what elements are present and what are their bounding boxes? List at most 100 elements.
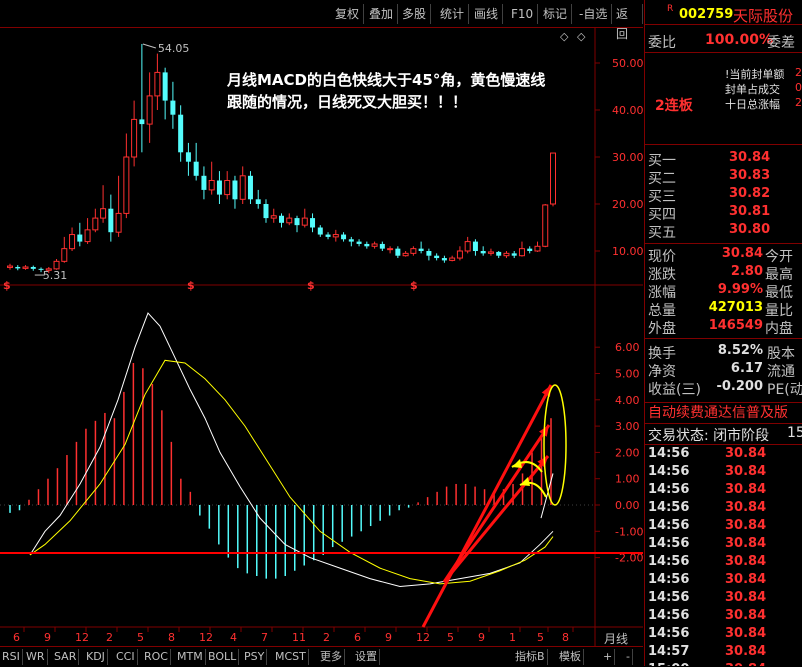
annotation-line1: 月线MACD的白色快线大于45°角，黄色慢速线: [226, 71, 545, 89]
candle: [108, 194, 114, 242]
candle: [496, 251, 502, 259]
macd-axis-label: 4.00: [615, 394, 640, 407]
zoom-out-button[interactable]: -: [624, 649, 633, 665]
candle: [301, 208, 308, 228]
quote-value: 2.80: [730, 264, 763, 279]
annotation-arrow-long: [421, 384, 553, 628]
tick-price: 30.84: [725, 446, 767, 461]
indicator-tab-4[interactable]: CCI: [114, 649, 138, 665]
x-tick-label: 8: [168, 631, 175, 644]
indicator-tab-2[interactable]: SAR: [52, 649, 80, 665]
tick-time: 14:56: [648, 518, 690, 533]
candle: [356, 239, 362, 247]
toolbar-button-1[interactable]: 叠加: [365, 4, 399, 24]
quote-label-2: 量比: [765, 303, 793, 319]
candle: [364, 241, 370, 249]
divider: [645, 243, 802, 244]
marquee-banner[interactable]: 自动续费通达信普及版: [645, 402, 802, 424]
candle: [325, 232, 331, 240]
x-tick-label: 5: [447, 631, 454, 644]
bid-label: 买四: [648, 207, 676, 223]
stock-code: 002759: [679, 7, 734, 22]
tick-price: 30.84: [725, 572, 767, 587]
candle: [15, 265, 21, 271]
candle: [139, 43, 145, 153]
candle: [527, 246, 533, 254]
quote-value: 9.99%: [717, 282, 763, 297]
annotation-arrow-short: [442, 455, 550, 583]
quote-label-2: 内盘: [765, 321, 793, 337]
indicator-b-tab[interactable]: 指标B: [513, 649, 548, 665]
candle: [395, 246, 401, 259]
zoom-in-button[interactable]: +: [601, 649, 616, 665]
candle: [146, 72, 153, 143]
candle: [7, 263, 13, 270]
quote-panel: R 002759 天际股份 委比 100.00% 委差 2连板 !当前封单额 2 封单占成交 0 十日…: [644, 0, 802, 666]
indicator-tab-6[interactable]: MTM: [175, 649, 206, 665]
weibi-label: 委比: [648, 35, 676, 51]
candle: [123, 133, 130, 219]
indicator-tab-1[interactable]: WR: [24, 649, 48, 665]
indicator-tab-0[interactable]: RSI: [0, 649, 23, 665]
candle: [100, 185, 107, 223]
tick-price: 30.84: [725, 608, 767, 623]
divider: [645, 144, 802, 145]
toolbar-button-5[interactable]: F10: [507, 4, 539, 24]
limit-info-label: 十日总涨幅: [725, 98, 780, 111]
candle: [332, 229, 339, 242]
candle: [456, 246, 463, 261]
indicator-tab-5[interactable]: ROC: [142, 649, 171, 665]
x-tick-label: 7: [261, 631, 268, 644]
period-label[interactable]: 月线: [604, 630, 628, 647]
quote-label: 现价: [648, 249, 676, 265]
candle: [534, 241, 541, 252]
candle: [294, 215, 300, 233]
tick-time: 14:56: [648, 608, 690, 623]
tick-time: 14:56: [648, 500, 690, 515]
toolbar-button-7[interactable]: -自选: [575, 4, 613, 24]
toolbar-button-3[interactable]: 统计: [436, 4, 470, 24]
indicator-tab-10[interactable]: 更多: [318, 649, 345, 665]
candle: [341, 232, 347, 242]
signal-s-icon: $: [187, 279, 195, 292]
settings-diamond-icon: ◇: [560, 30, 569, 43]
quote-value: 146549: [708, 318, 763, 333]
candle: [426, 248, 432, 261]
indicator-tab-9[interactable]: MCST: [273, 649, 309, 665]
indicator-tab-7[interactable]: BOLL: [206, 649, 240, 665]
toolbar-button-2[interactable]: 多股: [398, 4, 432, 24]
quote-value: -0.200: [716, 379, 763, 394]
quote-value: 427013: [708, 300, 763, 315]
indicator-tab-11[interactable]: 设置: [353, 649, 380, 665]
indicator-tab-3[interactable]: KDJ: [84, 649, 108, 665]
annotation-arrow-mid: [442, 424, 551, 583]
tick-price: 30.84: [725, 662, 766, 666]
toolbar-button-4[interactable]: 画线: [470, 4, 504, 24]
x-tick-label: 11: [292, 631, 306, 644]
tick-price: 30.84: [725, 590, 767, 605]
x-tick-label: 9: [44, 631, 51, 644]
weicha-label: 委差: [767, 35, 795, 51]
template-tab[interactable]: 模板: [557, 649, 584, 665]
kline-chart[interactable]: 50.0040.0030.0020.0010.006.005.004.003.0…: [0, 27, 643, 646]
candle: [487, 248, 494, 256]
tick-price: 30.84: [725, 554, 767, 569]
min-price-label: 5.31: [43, 269, 68, 282]
toolbar-button-6[interactable]: 标记: [539, 4, 573, 24]
candle: [84, 218, 91, 244]
macd-slow-line: [29, 359, 554, 585]
quote-value: 30.84: [721, 246, 763, 261]
tick-time: 15:00: [648, 662, 689, 666]
macd-axis-label: 6.00: [615, 341, 640, 354]
indicator-tab-8[interactable]: PSY: [242, 649, 268, 665]
toolbar-button-8[interactable]: 返回: [612, 4, 643, 41]
toolbar-button-0[interactable]: 复权: [331, 4, 365, 24]
macd-axis-label: 1.00: [615, 473, 640, 486]
annotation-arrows: [0, 384, 643, 628]
candle: [77, 222, 83, 247]
candle: [464, 236, 471, 254]
x-tick-label: 12: [75, 631, 89, 644]
quote-label-2: 流通: [767, 364, 795, 380]
annotation-line2: 跟随的情况，日线死叉大胆买！！！: [227, 93, 467, 111]
candle: [279, 213, 284, 228]
